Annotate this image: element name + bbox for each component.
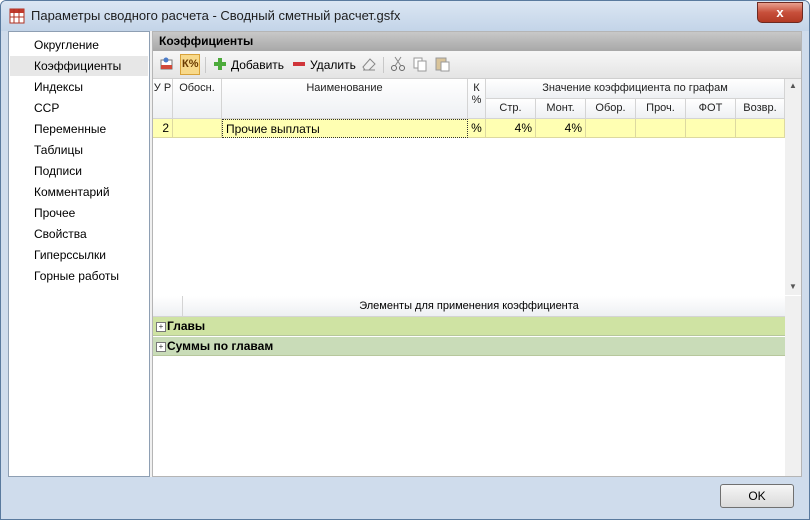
coefficients-table: У Р Обосн. Наименование К % Значение коэ… bbox=[153, 79, 785, 295]
column-group-header-values: Значение коэффициента по графам bbox=[486, 79, 785, 99]
column-header-str[interactable]: Стр. bbox=[486, 99, 536, 119]
cell-percent[interactable]: % bbox=[468, 119, 486, 138]
cell-obor[interactable] bbox=[586, 119, 636, 138]
column-header-proch[interactable]: Проч. bbox=[636, 99, 686, 119]
nav-item-ssr[interactable]: ССР bbox=[10, 98, 148, 118]
close-icon: x bbox=[776, 5, 784, 20]
edit-icon[interactable] bbox=[158, 55, 176, 73]
cell-str[interactable]: 4% bbox=[486, 119, 536, 138]
cell-vozvr[interactable] bbox=[736, 119, 785, 138]
add-button[interactable]: Добавить bbox=[231, 55, 284, 75]
cell-name[interactable]: Прочие выплаты bbox=[222, 119, 468, 138]
column-header-vozvr[interactable]: Возвр. bbox=[736, 99, 785, 119]
nav-item-mining-works[interactable]: Горные работы bbox=[10, 266, 148, 286]
cell-justification[interactable] bbox=[173, 119, 222, 138]
group-row-chapters[interactable]: + Главы bbox=[153, 317, 785, 336]
close-button[interactable]: x bbox=[757, 2, 803, 23]
toolbar-separator bbox=[205, 57, 206, 73]
elements-scrollbar[interactable] bbox=[785, 296, 801, 476]
cell-fot[interactable] bbox=[686, 119, 736, 138]
nav-item-indexes[interactable]: Индексы bbox=[10, 77, 148, 97]
nav-item-coefficients[interactable]: Коэффициенты bbox=[10, 56, 148, 76]
coefficients-panel: Коэффициенты К% Добавить Удалить У Р Обо… bbox=[152, 31, 802, 477]
nav-item-comment[interactable]: Комментарий bbox=[10, 182, 148, 202]
dialog-window: Параметры сводного расчета - Сводный сме… bbox=[0, 0, 810, 520]
percent-coefficient-icon: К% bbox=[182, 58, 199, 70]
scroll-down-icon[interactable]: ▼ bbox=[789, 282, 797, 291]
scroll-up-icon[interactable]: ▲ bbox=[789, 81, 797, 90]
dialog-client: Округление Коэффициенты Индексы ССР Пере… bbox=[8, 31, 802, 477]
nav-item-rounding[interactable]: Округление bbox=[10, 35, 148, 55]
percent-coefficient-button[interactable]: К% bbox=[180, 54, 200, 75]
add-icon[interactable] bbox=[211, 55, 229, 73]
cell-proch[interactable] bbox=[636, 119, 686, 138]
column-header-name[interactable]: Наименование bbox=[222, 79, 468, 119]
delete-button[interactable]: Удалить bbox=[310, 55, 356, 75]
table-scrollbar[interactable]: ▲ ▼ bbox=[785, 79, 801, 295]
expand-icon[interactable]: + bbox=[156, 322, 166, 332]
column-header-justification[interactable]: Обосн. bbox=[173, 79, 222, 119]
header-divider bbox=[182, 296, 183, 316]
column-header-mont[interactable]: Монт. bbox=[536, 99, 586, 119]
settings-nav: Округление Коэффициенты Индексы ССР Пере… bbox=[8, 31, 150, 477]
eraser-icon[interactable] bbox=[360, 55, 378, 73]
column-header-percent[interactable]: К % bbox=[468, 79, 486, 119]
column-header-level[interactable]: У Р bbox=[153, 79, 173, 119]
ok-button[interactable]: OK bbox=[720, 484, 794, 508]
cut-icon[interactable] bbox=[389, 55, 407, 73]
window-title: Параметры сводного расчета - Сводный сме… bbox=[31, 8, 401, 23]
nav-item-properties[interactable]: Свойства bbox=[10, 224, 148, 244]
nav-item-other[interactable]: Прочее bbox=[10, 203, 148, 223]
column-header-obor[interactable]: Обор. bbox=[586, 99, 636, 119]
toolbar: К% Добавить Удалить bbox=[153, 51, 801, 79]
expand-icon[interactable]: + bbox=[156, 342, 166, 352]
group-row-chapter-sums[interactable]: + Суммы по главам bbox=[153, 337, 785, 356]
group-label: Суммы по главам bbox=[167, 339, 274, 353]
group-label: Главы bbox=[167, 319, 206, 333]
elements-header: Элементы для применения коэффициента bbox=[153, 296, 785, 317]
app-icon bbox=[9, 8, 25, 24]
cell-level[interactable]: 2 bbox=[153, 119, 173, 138]
cell-mont[interactable]: 4% bbox=[536, 119, 586, 138]
paste-icon[interactable] bbox=[433, 55, 451, 73]
nav-item-signatures[interactable]: Подписи bbox=[10, 161, 148, 181]
nav-item-tables[interactable]: Таблицы bbox=[10, 140, 148, 160]
remove-icon[interactable] bbox=[290, 55, 308, 73]
copy-icon[interactable] bbox=[411, 55, 429, 73]
elements-panel: Элементы для применения коэффициента + Г… bbox=[153, 296, 785, 476]
column-header-fot[interactable]: ФОТ bbox=[686, 99, 736, 119]
section-title: Коэффициенты bbox=[153, 32, 801, 51]
nav-item-hyperlinks[interactable]: Гиперссылки bbox=[10, 245, 148, 265]
title-bar[interactable]: Параметры сводного расчета - Сводный сме… bbox=[1, 1, 809, 31]
nav-item-variables[interactable]: Переменные bbox=[10, 119, 148, 139]
toolbar-separator bbox=[383, 57, 384, 73]
